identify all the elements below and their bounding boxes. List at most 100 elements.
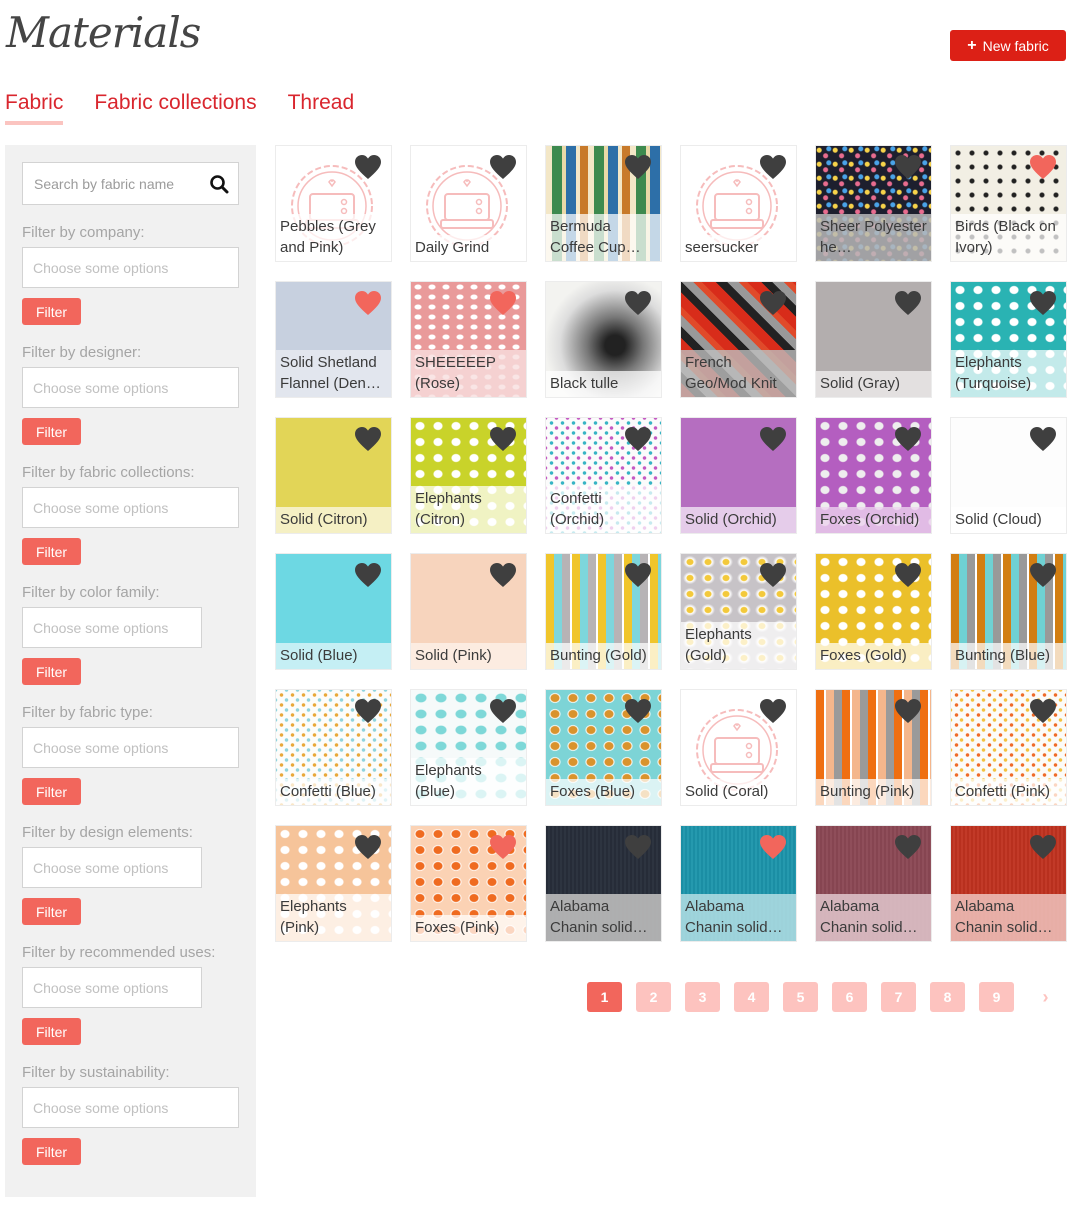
fabric-tile[interactable]: Solid (Orchid) (680, 417, 797, 534)
fabric-tile[interactable]: Alabama Chanin solid… (680, 825, 797, 942)
heart-icon[interactable] (624, 698, 652, 724)
heart-filled-icon[interactable] (354, 290, 382, 316)
heart-icon[interactable] (1029, 834, 1057, 860)
heart-icon[interactable] (894, 290, 922, 316)
fabric-tile[interactable]: Elephants (Citron) (410, 417, 527, 534)
search-input[interactable] (32, 174, 192, 193)
fabric-tile[interactable]: seersucker (680, 145, 797, 262)
filter-button[interactable]: Filter (22, 1138, 81, 1165)
page-button[interactable]: 3 (685, 982, 720, 1012)
fabric-tile[interactable]: Confetti (Orchid) (545, 417, 662, 534)
fabric-tile[interactable]: Bunting (Pink) (815, 689, 932, 806)
fabric-tile[interactable]: French Geo/Mod Knit (680, 281, 797, 398)
heart-icon[interactable] (489, 426, 517, 452)
heart-icon[interactable] (489, 698, 517, 724)
fabric-tile[interactable]: Solid Shetland Flannel (Den… (275, 281, 392, 398)
fabric-tile[interactable]: Solid (Blue) (275, 553, 392, 670)
heart-icon[interactable] (894, 154, 922, 180)
heart-icon[interactable] (894, 562, 922, 588)
fabric-tile[interactable]: Bunting (Gold) (545, 553, 662, 670)
filter-select[interactable]: Choose some options (22, 847, 202, 888)
fabric-tile[interactable]: Confetti (Pink) (950, 689, 1067, 806)
heart-icon[interactable] (759, 154, 787, 180)
heart-icon[interactable] (759, 562, 787, 588)
heart-icon[interactable] (354, 154, 382, 180)
fabric-tile[interactable]: Alabama Chanin solid… (545, 825, 662, 942)
filter-select[interactable]: Choose some options (22, 367, 239, 408)
fabric-tile[interactable]: Solid (Gray) (815, 281, 932, 398)
heart-filled-icon[interactable] (1029, 154, 1057, 180)
heart-icon[interactable] (354, 426, 382, 452)
heart-filled-icon[interactable] (759, 834, 787, 860)
fabric-tile[interactable]: Elephants (Turquoise) (950, 281, 1067, 398)
filter-button[interactable]: Filter (22, 1018, 81, 1045)
heart-icon[interactable] (759, 698, 787, 724)
fabric-tile[interactable]: Bermuda Coffee Cup… (545, 145, 662, 262)
filter-button[interactable]: Filter (22, 298, 81, 325)
heart-icon[interactable] (759, 290, 787, 316)
heart-icon[interactable] (1029, 698, 1057, 724)
heart-icon[interactable] (894, 834, 922, 860)
page-button[interactable]: 9 (979, 982, 1014, 1012)
filter-select[interactable]: Choose some options (22, 607, 202, 648)
search-field[interactable] (22, 162, 239, 205)
page-button[interactable]: 2 (636, 982, 671, 1012)
heart-icon[interactable] (489, 562, 517, 588)
fabric-tile[interactable]: Foxes (Pink) (410, 825, 527, 942)
heart-icon[interactable] (354, 698, 382, 724)
heart-icon[interactable] (894, 698, 922, 724)
heart-icon[interactable] (894, 426, 922, 452)
heart-icon[interactable] (1029, 290, 1057, 316)
fabric-tile[interactable]: Confetti (Blue) (275, 689, 392, 806)
fabric-tile[interactable]: Foxes (Gold) (815, 553, 932, 670)
filter-select[interactable]: Choose some options (22, 1087, 239, 1128)
heart-icon[interactable] (624, 426, 652, 452)
filter-select[interactable]: Choose some options (22, 487, 239, 528)
heart-icon[interactable] (354, 562, 382, 588)
fabric-tile[interactable]: Black tulle (545, 281, 662, 398)
fabric-tile[interactable]: Foxes (Orchid) (815, 417, 932, 534)
fabric-tile[interactable]: Alabama Chanin solid… (950, 825, 1067, 942)
heart-icon[interactable] (624, 154, 652, 180)
filter-button[interactable]: Filter (22, 778, 81, 805)
heart-icon[interactable] (624, 834, 652, 860)
tab-fabric-collections[interactable]: Fabric collections (94, 88, 256, 125)
page-button[interactable]: 8 (930, 982, 965, 1012)
filter-select[interactable]: Choose some options (22, 247, 239, 288)
fabric-tile[interactable]: Solid (Cloud) (950, 417, 1067, 534)
fabric-tile[interactable]: Solid (Coral) (680, 689, 797, 806)
heart-icon[interactable] (759, 426, 787, 452)
page-button[interactable]: 6 (832, 982, 867, 1012)
page-button[interactable]: 5 (783, 982, 818, 1012)
chevron-right-icon[interactable]: › (1028, 982, 1063, 1012)
filter-button[interactable]: Filter (22, 658, 81, 685)
page-button[interactable]: 7 (881, 982, 916, 1012)
fabric-tile[interactable]: Elephants (Blue) (410, 689, 527, 806)
fabric-tile[interactable]: Pebbles (Grey and Pink) (275, 145, 392, 262)
page-button[interactable]: 4 (734, 982, 769, 1012)
fabric-tile[interactable]: Elephants (Pink) (275, 825, 392, 942)
fabric-tile[interactable]: Foxes (Blue) (545, 689, 662, 806)
heart-icon[interactable] (1029, 426, 1057, 452)
tab-fabric[interactable]: Fabric (5, 88, 64, 125)
filter-select[interactable]: Choose some options (22, 727, 239, 768)
fabric-tile[interactable]: Daily Grind (410, 145, 527, 262)
heart-icon[interactable] (624, 290, 652, 316)
fabric-tile[interactable]: SHEEEEEP (Rose) (410, 281, 527, 398)
heart-icon[interactable] (1029, 562, 1057, 588)
fabric-tile[interactable]: Sheer Polyester he… (815, 145, 932, 262)
new-fabric-button[interactable]: + New fabric (950, 30, 1066, 61)
fabric-tile[interactable]: Alabama Chanin solid… (815, 825, 932, 942)
fabric-tile[interactable]: Solid (Pink) (410, 553, 527, 670)
fabric-tile[interactable]: Solid (Citron) (275, 417, 392, 534)
filter-select[interactable]: Choose some options (22, 967, 202, 1008)
tab-thread[interactable]: Thread (288, 88, 355, 125)
heart-filled-icon[interactable] (489, 290, 517, 316)
fabric-tile[interactable]: Bunting (Blue) (950, 553, 1067, 670)
heart-icon[interactable] (354, 834, 382, 860)
filter-button[interactable]: Filter (22, 418, 81, 445)
fabric-tile[interactable]: Elephants (Gold) (680, 553, 797, 670)
search-icon[interactable] (209, 174, 229, 194)
heart-filled-icon[interactable] (489, 834, 517, 860)
fabric-tile[interactable]: Birds (Black on Ivory) (950, 145, 1067, 262)
